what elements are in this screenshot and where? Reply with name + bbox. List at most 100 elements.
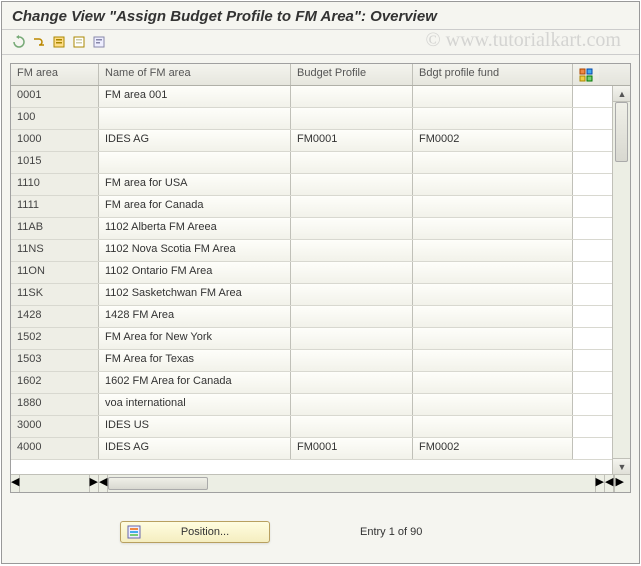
cell-fm-area[interactable]: 3000 — [11, 416, 99, 437]
cell-bdgt-profile-fund[interactable]: FM0002 — [413, 130, 573, 151]
cell-bdgt-profile-fund[interactable] — [413, 328, 573, 349]
cell-bdgt-profile-fund[interactable] — [413, 240, 573, 261]
table-row[interactable]: 1111FM area for Canada — [11, 196, 612, 218]
table-row[interactable]: 1110FM area for USA — [11, 174, 612, 196]
scroll-thumb-horizontal[interactable] — [108, 477, 208, 490]
cell-bdgt-profile-fund[interactable] — [413, 306, 573, 327]
cell-fm-area[interactable]: 1502 — [11, 328, 99, 349]
table-row[interactable]: 3000IDES US — [11, 416, 612, 438]
table-row[interactable]: 1880voa international — [11, 394, 612, 416]
cell-fm-area[interactable]: 0001 — [11, 86, 99, 107]
cell-budget-profile[interactable] — [291, 152, 413, 173]
cell-budget-profile[interactable]: FM0001 — [291, 438, 413, 459]
cell-fm-area[interactable]: 11AB — [11, 218, 99, 239]
cell-budget-profile[interactable] — [291, 196, 413, 217]
cell-fm-area[interactable]: 4000 — [11, 438, 99, 459]
table-config-button[interactable] — [573, 64, 599, 85]
table-row[interactable]: 100 — [11, 108, 612, 130]
cell-fm-area[interactable]: 1000 — [11, 130, 99, 151]
cell-budget-profile[interactable]: FM0001 — [291, 130, 413, 151]
table-row[interactable]: 0001FM area 001 — [11, 86, 612, 108]
cell-budget-profile[interactable] — [291, 394, 413, 415]
table-row[interactable]: 16021602 FM Area for Canada — [11, 372, 612, 394]
position-button[interactable]: Position... — [120, 521, 270, 543]
cell-fm-area[interactable]: 1111 — [11, 196, 99, 217]
cell-budget-profile[interactable] — [291, 350, 413, 371]
cell-bdgt-profile-fund[interactable] — [413, 416, 573, 437]
table-row[interactable]: 1503FM Area for Texas — [11, 350, 612, 372]
cell-budget-profile[interactable] — [291, 86, 413, 107]
scroll-down-icon[interactable]: ▼ — [613, 458, 630, 474]
cell-fm-area[interactable]: 1428 — [11, 306, 99, 327]
position-label: Position... — [147, 526, 263, 538]
cell-fm-area[interactable]: 1110 — [11, 174, 99, 195]
cell-budget-profile[interactable] — [291, 262, 413, 283]
cell-budget-profile[interactable] — [291, 218, 413, 239]
undo-icon[interactable] — [10, 33, 28, 51]
cell-bdgt-profile-fund[interactable] — [413, 108, 573, 129]
scroll-right-icon[interactable]: ▶ — [89, 475, 98, 492]
cell-fm-area[interactable]: 1015 — [11, 152, 99, 173]
cell-bdgt-profile-fund[interactable] — [413, 394, 573, 415]
table-row[interactable]: 11SK1102 Sasketchwan FM Area — [11, 284, 612, 306]
scroll-right-icon[interactable]: ▶ — [595, 475, 604, 492]
cell-budget-profile[interactable] — [291, 328, 413, 349]
cell-name: 1428 FM Area — [99, 306, 291, 327]
page-title: Change View "Assign Budget Profile to FM… — [2, 2, 639, 29]
scroll-thumb-vertical[interactable] — [615, 102, 628, 162]
save-variant-icon[interactable] — [90, 33, 108, 51]
column-header-bdgt-profile-fund[interactable]: Bdgt profile fund — [413, 64, 573, 85]
cell-fm-area[interactable]: 11ON — [11, 262, 99, 283]
cell-budget-profile[interactable] — [291, 416, 413, 437]
cell-bdgt-profile-fund[interactable] — [413, 372, 573, 393]
column-header-name[interactable]: Name of FM area — [99, 64, 291, 85]
select-all-icon[interactable] — [50, 33, 68, 51]
cell-bdgt-profile-fund[interactable] — [413, 196, 573, 217]
cell-fm-area[interactable]: 11NS — [11, 240, 99, 261]
cell-bdgt-profile-fund[interactable] — [413, 152, 573, 173]
scroll-right-icon[interactable]: ▶ — [614, 475, 623, 492]
scroll-left-icon[interactable]: ◀ — [99, 475, 108, 492]
cell-name: 1102 Nova Scotia FM Area — [99, 240, 291, 261]
scroll-up-icon[interactable]: ▲ — [613, 86, 630, 102]
cell-bdgt-profile-fund[interactable]: FM0002 — [413, 438, 573, 459]
cell-budget-profile[interactable] — [291, 108, 413, 129]
cell-bdgt-profile-fund[interactable] — [413, 218, 573, 239]
cell-fm-area[interactable]: 1880 — [11, 394, 99, 415]
cell-budget-profile[interactable] — [291, 306, 413, 327]
table-row[interactable]: 11AB1102 Alberta FM Areea — [11, 218, 612, 240]
deselect-all-icon[interactable] — [70, 33, 88, 51]
cell-name: FM Area for New York — [99, 328, 291, 349]
cell-bdgt-profile-fund[interactable] — [413, 174, 573, 195]
table-row[interactable]: 1502FM Area for New York — [11, 328, 612, 350]
cell-bdgt-profile-fund[interactable] — [413, 284, 573, 305]
cell-name: 1102 Ontario FM Area — [99, 262, 291, 283]
horizontal-scrollbar[interactable]: ◀ ▶ — [99, 475, 604, 492]
table-row[interactable]: 1015 — [11, 152, 612, 174]
cell-name: FM area for USA — [99, 174, 291, 195]
cell-fm-area[interactable]: 11SK — [11, 284, 99, 305]
cell-budget-profile[interactable] — [291, 240, 413, 261]
cell-budget-profile[interactable] — [291, 174, 413, 195]
table-row[interactable]: 1000IDES AGFM0001FM0002 — [11, 130, 612, 152]
column-header-budget-profile[interactable]: Budget Profile — [291, 64, 413, 85]
cell-fm-area[interactable]: 1503 — [11, 350, 99, 371]
cell-bdgt-profile-fund[interactable] — [413, 262, 573, 283]
table-row[interactable]: 4000IDES AGFM0001FM0002 — [11, 438, 612, 460]
cell-fm-area[interactable]: 100 — [11, 108, 99, 129]
cell-bdgt-profile-fund[interactable] — [413, 86, 573, 107]
cell-fm-area[interactable]: 1602 — [11, 372, 99, 393]
scroll-left-icon[interactable]: ◀ — [605, 475, 614, 492]
cell-name: 1102 Sasketchwan FM Area — [99, 284, 291, 305]
cell-bdgt-profile-fund[interactable] — [413, 350, 573, 371]
table-row[interactable]: 11ON1102 Ontario FM Area — [11, 262, 612, 284]
scroll-left-icon[interactable]: ◀ — [11, 475, 20, 492]
table-body: 0001FM area 0011001000IDES AGFM0001FM000… — [11, 86, 612, 474]
vertical-scrollbar[interactable]: ▲ ▼ — [612, 86, 630, 474]
table-row[interactable]: 11NS1102 Nova Scotia FM Area — [11, 240, 612, 262]
cell-budget-profile[interactable] — [291, 284, 413, 305]
cell-budget-profile[interactable] — [291, 372, 413, 393]
toggle-icon[interactable] — [30, 33, 48, 51]
table-row[interactable]: 14281428 FM Area — [11, 306, 612, 328]
column-header-fm-area[interactable]: FM area — [11, 64, 99, 85]
